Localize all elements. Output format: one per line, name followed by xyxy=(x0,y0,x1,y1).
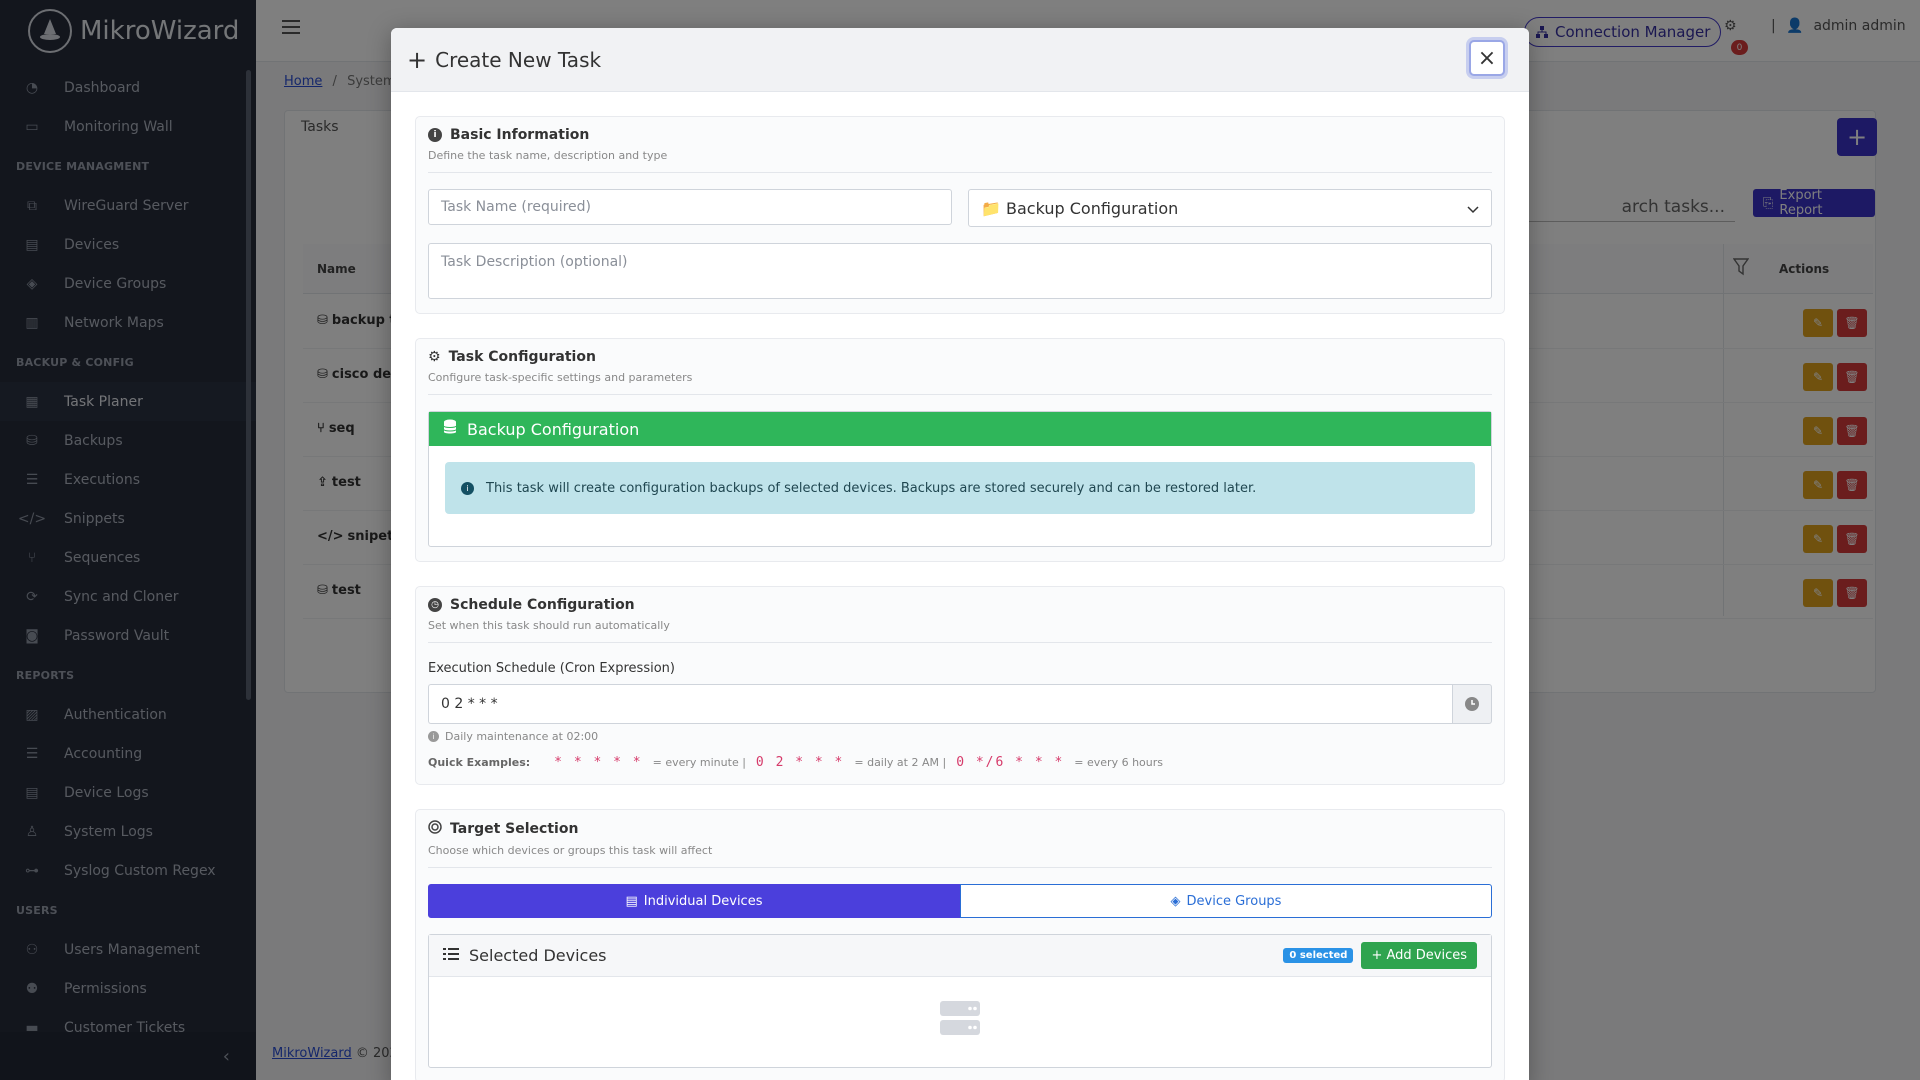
close-modal-button[interactable]: × xyxy=(1469,40,1505,76)
example-desc-2: = daily at 2 AM | xyxy=(854,756,947,769)
section-title-text: Target Selection xyxy=(450,821,579,837)
cron-examples: Quick Examples: * * * * * = every minute… xyxy=(428,755,1492,770)
schedule-configuration-subtitle: Set when this task should run automatica… xyxy=(428,619,1492,643)
basic-information-subtitle: Define the task name, description and ty… xyxy=(428,149,1492,173)
server-empty-icon xyxy=(940,1001,980,1035)
cron-picker-button[interactable] xyxy=(1452,684,1492,724)
info-circle-icon: i xyxy=(428,731,439,742)
example-code-1: * * * * * xyxy=(554,755,643,770)
example-desc-1: = every minute | xyxy=(652,756,746,769)
backup-configuration-header: Backup Configuration xyxy=(429,412,1491,446)
target-selection-subtitle: Choose which devices or groups this task… xyxy=(428,844,1492,868)
basic-information-section: i Basic Information Define the task name… xyxy=(415,116,1505,314)
cron-hint: i Daily maintenance at 02:00 xyxy=(428,730,1492,743)
list-icon xyxy=(443,946,459,965)
plus-icon: + xyxy=(407,45,428,74)
examples-label: Quick Examples: xyxy=(428,756,531,769)
schedule-configuration-title: ◷ Schedule Configuration xyxy=(428,597,1492,613)
basic-information-title: i Basic Information xyxy=(428,127,1492,143)
backup-configuration-title: Backup Configuration xyxy=(467,419,640,439)
task-type-select[interactable]: 📁 Backup Configuration xyxy=(968,189,1492,227)
tab-individual-devices[interactable]: ▤ Individual Devices xyxy=(428,884,960,918)
clock-icon xyxy=(1465,697,1479,711)
cron-hint-text: Daily maintenance at 02:00 xyxy=(445,730,599,743)
cron-label: Execution Schedule (Cron Expression) xyxy=(428,661,675,676)
info-circle-icon: i xyxy=(461,481,474,495)
tab-label: Individual Devices xyxy=(643,893,763,909)
gear-icon: ⚙ xyxy=(428,349,441,365)
selected-devices-title: Selected Devices xyxy=(469,946,607,965)
close-icon: × xyxy=(1477,45,1497,71)
target-selection-title: Target Selection xyxy=(428,820,1492,838)
backup-info-text: This task will create configuration back… xyxy=(486,480,1257,496)
task-configuration-title: ⚙ Task Configuration xyxy=(428,349,1492,365)
selected-devices-header: Selected Devices 0 selected + Add Device… xyxy=(429,935,1491,977)
selected-count-badge: 0 selected xyxy=(1283,948,1354,963)
info-circle-icon: i xyxy=(428,128,442,142)
tab-label: Device Groups xyxy=(1186,893,1282,909)
modal-body: i Basic Information Define the task name… xyxy=(391,92,1529,1080)
create-task-modal: + Create New Task × i Basic Information … xyxy=(391,28,1529,1080)
backup-configuration-card: Backup Configuration i This task will cr… xyxy=(428,411,1492,547)
clock-icon: ◷ xyxy=(428,598,442,612)
example-code-3: 0 */6 * * * xyxy=(956,755,1065,770)
schedule-configuration-section: ◷ Schedule Configuration Set when this t… xyxy=(415,586,1505,785)
cron-expression-input[interactable]: 0 2 * * * xyxy=(428,684,1452,724)
target-icon xyxy=(428,820,442,838)
tab-device-groups[interactable]: ◈ Device Groups xyxy=(960,884,1492,918)
chevron-down-icon xyxy=(1467,199,1479,218)
task-type-value: 📁 Backup Configuration xyxy=(981,198,1179,218)
section-title-text: Basic Information xyxy=(450,127,590,143)
task-configuration-subtitle: Configure task-specific settings and par… xyxy=(428,371,1492,395)
task-description-placeholder: Task Description (optional) xyxy=(441,254,628,270)
section-title-text: Schedule Configuration xyxy=(450,597,635,613)
example-desc-3: = every 6 hours xyxy=(1074,756,1164,769)
selected-devices-card: Selected Devices 0 selected + Add Device… xyxy=(428,934,1492,1068)
server-icon: ▤ xyxy=(625,893,638,909)
add-devices-button[interactable]: + Add Devices xyxy=(1361,942,1477,969)
selected-devices-empty xyxy=(429,977,1491,1067)
section-title-text: Task Configuration xyxy=(448,349,596,365)
backup-info-alert: i This task will create configuration ba… xyxy=(445,462,1475,514)
example-code-2: 0 2 * * * xyxy=(755,755,845,770)
cron-input-group: 0 2 * * * xyxy=(428,684,1492,724)
database-icon xyxy=(443,419,457,439)
task-configuration-section: ⚙ Task Configuration Configure task-spec… xyxy=(415,338,1505,562)
layers-icon: ◈ xyxy=(1170,893,1181,909)
target-tabs: ▤ Individual Devices ◈ Device Groups xyxy=(428,884,1492,918)
task-description-input[interactable]: Task Description (optional) xyxy=(428,243,1492,299)
target-selection-section: Target Selection Choose which devices or… xyxy=(415,809,1505,1080)
modal-title: Create New Task xyxy=(435,47,602,72)
modal-header: + Create New Task × xyxy=(391,28,1529,92)
task-name-input[interactable]: Task Name (required) xyxy=(428,189,952,225)
